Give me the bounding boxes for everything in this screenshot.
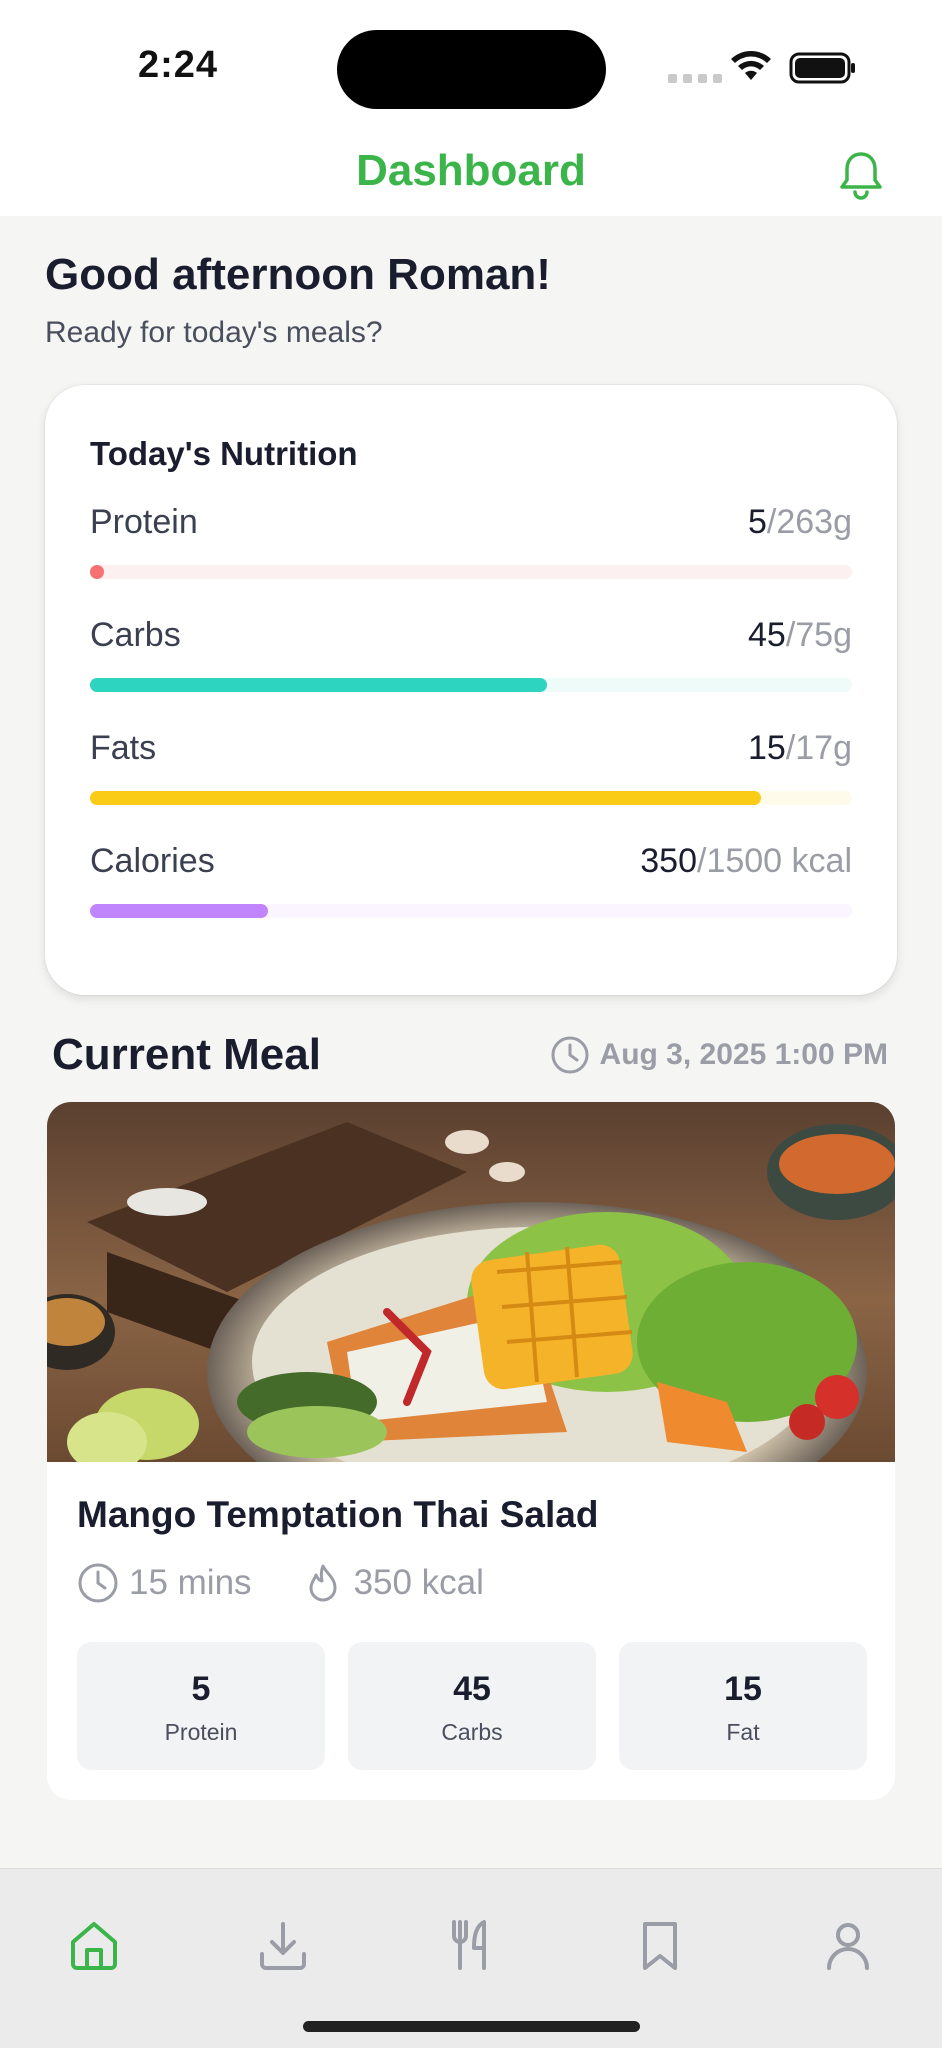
download-icon: [260, 1922, 306, 1970]
utensils-icon: [452, 1920, 486, 1970]
nutrient-value: 45/75g: [747, 616, 852, 654]
meal-macro-boxes: 5 Protein 45 Carbs 15 Fat: [77, 1642, 867, 1770]
status-bar: 2:24: [0, 0, 942, 136]
nutrient-label: Calories: [90, 842, 215, 880]
nutrient-value: 5/263g: [747, 503, 852, 541]
progress-fill: [90, 791, 761, 805]
meal-photo: [47, 1102, 895, 1462]
protein-progress-bar: [90, 565, 852, 579]
clock-icon: [551, 1036, 589, 1074]
wifi-icon: [731, 51, 771, 80]
fats-progress-bar: [90, 791, 852, 805]
dynamic-island: [337, 30, 606, 109]
nutrient-row-protein: Protein 5/263g: [90, 503, 852, 603]
nutrition-card: Today's Nutrition Protein 5/263g Carbs 4…: [45, 385, 897, 995]
meal-calories: 350 kcal: [353, 1563, 484, 1602]
nutrient-row-fats: Fats 15/17g: [90, 729, 852, 829]
meal-time-stat: 15 mins: [77, 1562, 252, 1604]
greeting-title: Good afternoon Roman!: [45, 250, 551, 299]
progress-fill: [90, 565, 105, 579]
current-meal-card[interactable]: Mango Temptation Thai Salad 15 mins 350 …: [47, 1102, 895, 1800]
bottom-tab-bar: [0, 1868, 942, 2048]
macro-label: Carbs: [441, 1719, 503, 1745]
tab-meals[interactable]: [443, 1917, 499, 1973]
meal-name: Mango Temptation Thai Salad: [77, 1494, 599, 1535]
home-icon: [71, 1922, 117, 1970]
flame-icon: [309, 1564, 337, 1602]
macro-box-fat: 15 Fat: [619, 1642, 867, 1770]
page-title: Dashboard: [356, 146, 586, 195]
profile-icon: [827, 1923, 869, 1970]
bookmark-icon: [643, 1922, 677, 1970]
cellular-signal-icon: [668, 74, 722, 83]
calories-progress-bar: [90, 904, 852, 918]
tab-downloads[interactable]: [255, 1917, 311, 1973]
nutrient-label: Carbs: [90, 616, 181, 654]
macro-value: 5: [191, 1670, 211, 1708]
nutrient-label: Fats: [90, 729, 157, 767]
carbs-progress-bar: [90, 678, 852, 692]
macro-value: 45: [453, 1670, 491, 1708]
meal-calories-stat: 350 kcal: [302, 1562, 484, 1604]
app-header: Dashboard: [0, 136, 942, 216]
nutrition-card-title: Today's Nutrition: [90, 435, 358, 472]
nutrient-label: Protein: [90, 503, 198, 541]
greeting-subtitle: Ready for today's meals?: [45, 316, 383, 349]
macro-label: Fat: [726, 1719, 760, 1745]
nutrient-row-carbs: Carbs 45/75g: [90, 616, 852, 716]
clock-icon: [78, 1563, 118, 1603]
macro-label: Protein: [164, 1719, 238, 1745]
tab-home[interactable]: [66, 1917, 122, 1973]
macro-value: 15: [724, 1670, 762, 1708]
current-meal-heading: Current Meal: [52, 1030, 321, 1079]
battery-icon: [789, 52, 855, 84]
tab-profile[interactable]: [820, 1917, 876, 1973]
progress-fill: [90, 678, 548, 692]
meal-datetime: Aug 3, 2025 1:00 PM: [550, 1035, 888, 1075]
macro-box-protein: 5 Protein: [77, 1642, 325, 1770]
home-indicator: [303, 2021, 640, 2032]
nutrient-value: 15/17g: [747, 729, 852, 767]
macro-box-carbs: 45 Carbs: [348, 1642, 596, 1770]
progress-fill: [90, 904, 268, 918]
meal-stats: 15 mins 350 kcal: [77, 1562, 484, 1604]
notification-bell-icon[interactable]: [836, 148, 886, 200]
tab-saved[interactable]: [632, 1917, 688, 1973]
nutrient-value: 350/1500 kcal: [640, 842, 852, 880]
nutrient-row-calories: Calories 350/1500 kcal: [90, 842, 852, 942]
meal-datetime-text: Aug 3, 2025 1:00 PM: [599, 1038, 888, 1071]
meal-time: 15 mins: [129, 1563, 252, 1602]
status-time: 2:24: [138, 44, 219, 86]
